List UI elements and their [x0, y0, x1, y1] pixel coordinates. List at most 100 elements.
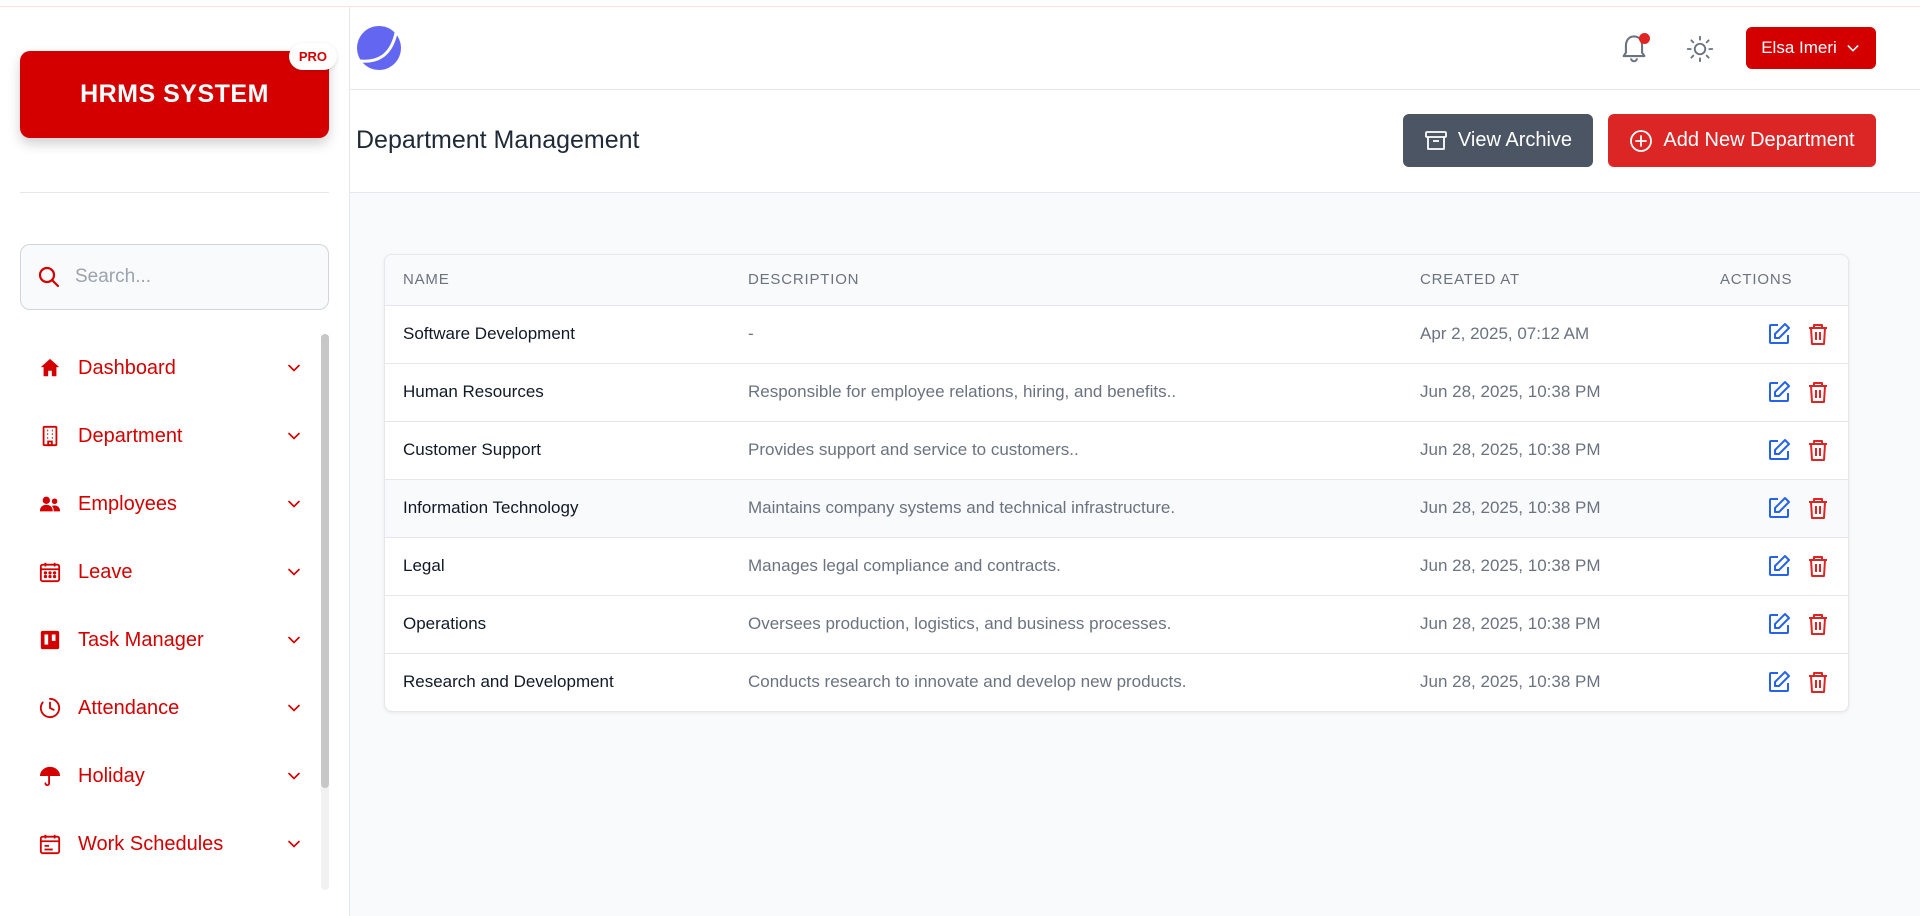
department-name: Customer Support	[385, 421, 730, 480]
table-row: Customer Support Provides support and se…	[385, 421, 1848, 480]
sun-icon	[1686, 35, 1714, 63]
chevron-down-icon	[288, 500, 300, 508]
sidebar-item-task-manager[interactable]: Task Manager	[20, 606, 310, 674]
department-description: Maintains company systems and technical …	[730, 479, 1402, 538]
view-archive-button[interactable]: View Archive	[1403, 114, 1593, 167]
edit-icon[interactable]	[1767, 612, 1791, 636]
column-header-created-at: CREATED AT	[1402, 255, 1702, 306]
table-row: Information Technology Maintains company…	[385, 479, 1848, 538]
add-department-label: Add New Department	[1663, 129, 1855, 151]
table-row: Legal Manages legal compliance and contr…	[385, 537, 1848, 596]
department-description: Provides support and service to customer…	[730, 421, 1402, 480]
department-name: Software Development	[385, 305, 730, 364]
view-archive-label: View Archive	[1457, 129, 1573, 151]
chevron-down-icon	[288, 568, 300, 576]
sidebar: HRMS SYSTEM PRO Dashboard Department E	[0, 0, 350, 916]
notification-badge	[1639, 33, 1650, 44]
department-description: Oversees production, logistics, and busi…	[730, 595, 1402, 654]
edit-icon[interactable]	[1767, 438, 1791, 462]
search-icon	[38, 266, 60, 288]
search-input[interactable]	[75, 266, 305, 288]
user-name: Elsa Imeri	[1761, 38, 1837, 57]
department-created-at: Apr 2, 2025, 07:12 AM	[1402, 305, 1702, 364]
delete-icon[interactable]	[1806, 670, 1830, 694]
department-description: -	[730, 305, 1402, 364]
row-actions	[1702, 653, 1848, 711]
department-created-at: Jun 28, 2025, 10:38 PM	[1402, 363, 1702, 422]
home-icon	[38, 356, 62, 380]
table-row: Human Resources Responsible for employee…	[385, 363, 1848, 422]
archive-icon	[1425, 130, 1447, 150]
edit-icon[interactable]	[1767, 496, 1791, 520]
table-row: Operations Oversees production, logistic…	[385, 595, 1848, 654]
department-description: Manages legal compliance and contracts.	[730, 537, 1402, 596]
department-description: Responsible for employee relations, hiri…	[730, 363, 1402, 422]
theme-toggle-button[interactable]	[1686, 35, 1714, 63]
add-department-button[interactable]: Add New Department	[1608, 114, 1876, 167]
kanban-icon	[38, 628, 62, 652]
department-name: Human Resources	[385, 363, 730, 422]
column-header-name: NAME	[385, 255, 730, 306]
sidebar-item-attendance[interactable]: Attendance	[20, 674, 310, 742]
sidebar-item-label: Dashboard	[78, 356, 176, 379]
department-created-at: Jun 28, 2025, 10:38 PM	[1402, 537, 1702, 596]
departments-table-card: NAME DESCRIPTION CREATED AT ACTIONS Soft…	[384, 254, 1849, 712]
chevron-down-icon	[1847, 45, 1859, 52]
umbrella-icon	[38, 764, 62, 788]
sidebar-item-label: Attendance	[78, 696, 180, 719]
brand-logo[interactable]: HRMS SYSTEM PRO	[20, 43, 337, 138]
edit-icon[interactable]	[1767, 554, 1791, 578]
sidebar-search	[20, 244, 329, 310]
sidebar-item-department[interactable]: Department	[20, 402, 310, 470]
delete-icon[interactable]	[1806, 438, 1830, 462]
chevron-down-icon	[288, 772, 300, 780]
delete-icon[interactable]	[1806, 612, 1830, 636]
user-menu-button[interactable]: Elsa Imeri	[1746, 27, 1876, 69]
sidebar-divider	[20, 192, 329, 193]
delete-icon[interactable]	[1806, 322, 1830, 346]
sidebar-item-label: Department	[78, 424, 183, 447]
sidebar-item-work-schedules[interactable]: Work Schedules	[20, 810, 310, 878]
sidebar-item-dashboard[interactable]: Dashboard	[20, 334, 310, 402]
table-header-row: NAME DESCRIPTION CREATED AT ACTIONS	[385, 255, 1848, 306]
top-header: Elsa Imeri	[350, 7, 1920, 90]
sidebar-item-employees[interactable]: Employees	[20, 470, 310, 538]
row-actions	[1702, 305, 1848, 364]
sidebar-item-label: Work Schedules	[78, 832, 224, 855]
app-logo-icon[interactable]	[356, 25, 402, 71]
row-actions	[1702, 595, 1848, 654]
delete-icon[interactable]	[1806, 380, 1830, 404]
edit-icon[interactable]	[1767, 380, 1791, 404]
department-description: Conducts research to innovate and develo…	[748, 672, 1187, 692]
chevron-down-icon	[288, 432, 300, 440]
sidebar-item-leave[interactable]: Leave	[20, 538, 310, 606]
clock-icon	[38, 696, 62, 720]
users-icon	[38, 492, 62, 516]
department-name: Legal	[385, 537, 730, 596]
sidebar-nav: Dashboard Department Employees Leave Tas…	[20, 334, 310, 878]
brand-title: HRMS SYSTEM	[80, 80, 269, 108]
department-created-at: Jun 28, 2025, 10:38 PM	[1420, 672, 1601, 692]
chevron-down-icon	[288, 364, 300, 372]
sidebar-scrollbar[interactable]	[321, 334, 329, 788]
chevron-down-icon	[288, 704, 300, 712]
calendar-icon	[38, 560, 62, 584]
edit-icon[interactable]	[1767, 670, 1791, 694]
row-actions	[1702, 537, 1848, 596]
sidebar-item-label: Leave	[78, 560, 133, 583]
sidebar-item-label: Task Manager	[78, 628, 204, 651]
delete-icon[interactable]	[1806, 554, 1830, 578]
sidebar-item-holiday[interactable]: Holiday	[20, 742, 310, 810]
notifications-button[interactable]	[1620, 33, 1650, 65]
edit-icon[interactable]	[1767, 322, 1791, 346]
table-row: Research and Development Conducts resear…	[385, 653, 1848, 711]
column-header-description: DESCRIPTION	[730, 255, 1402, 306]
sidebar-item-label: Holiday	[78, 764, 145, 787]
calendar-schedule-icon	[38, 832, 62, 856]
delete-icon[interactable]	[1806, 496, 1830, 520]
department-created-at: Jun 28, 2025, 10:38 PM	[1402, 595, 1702, 654]
row-actions	[1702, 479, 1848, 538]
row-actions	[1702, 363, 1848, 422]
table-row: Software Development - Apr 2, 2025, 07:1…	[385, 305, 1848, 364]
departments-table: NAME DESCRIPTION CREATED AT ACTIONS Soft…	[385, 255, 1848, 711]
